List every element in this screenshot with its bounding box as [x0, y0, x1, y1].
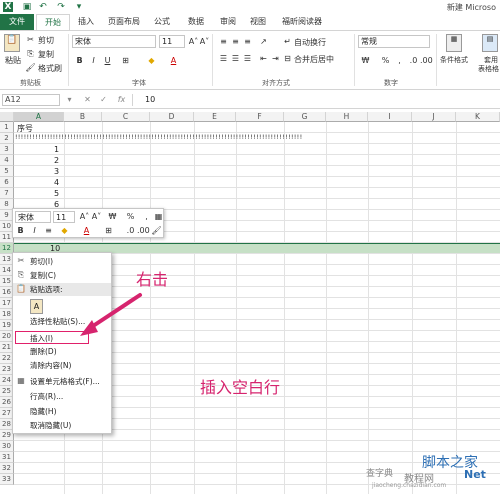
- annotation-arrow: [80, 293, 142, 336]
- watermark-line4: Net: [464, 468, 486, 481]
- annotation-insert-blank-row: 插入空白行: [200, 378, 281, 397]
- annotation-right-click: 右击: [136, 270, 169, 289]
- watermark: 脚本之家 查字典 教程网 Net jiaocheng.chazidian.com: [366, 452, 496, 490]
- watermark-line2: 查字典: [366, 469, 394, 479]
- watermark-url: jiaocheng.chazidian.com: [372, 482, 447, 489]
